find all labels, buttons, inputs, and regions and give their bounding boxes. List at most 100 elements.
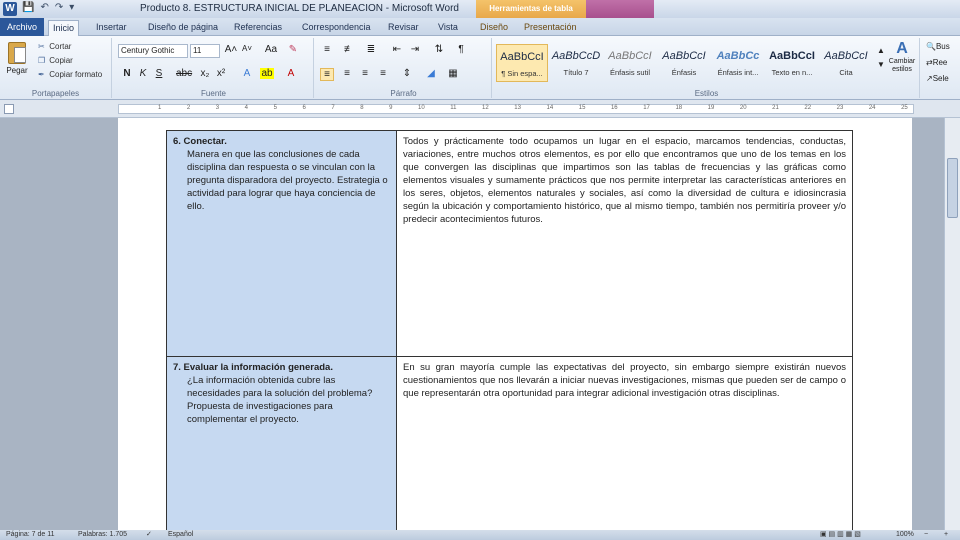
font-color-icon[interactable]: A [284,68,298,79]
style-sample: AaBbCc [716,50,760,62]
style-subtle-emphasis[interactable]: AaBbCcI Énfasis sutil [604,44,656,82]
style-no-spacing[interactable]: AaBbCcI ¶ Sin espa... [496,44,548,82]
section-response: Todos y prácticamente todo ocupamos un l… [403,136,846,225]
style-emphasis[interactable]: AaBbCcI Énfasis [658,44,710,82]
style-name: ¶ Sin espa... [501,69,543,78]
format-painter-button[interactable]: ✒ Copiar formato [38,70,102,79]
tab-home[interactable]: Inicio [48,20,80,36]
clipboard-group: Pegar ✂ Cortar ❐ Copiar ✒ Copiar formato… [0,38,112,98]
change-styles-button[interactable]: A Cambiar estilos [886,40,918,74]
table-cell-right[interactable]: En su gran mayoría cumple las expectativ… [396,356,853,530]
table-cell-left[interactable]: 6. Conectar. Manera en que las conclusio… [166,130,397,357]
decrease-indent-icon[interactable]: ⇤ [390,44,404,55]
find-button[interactable]: 🔍Bus [926,42,950,51]
text-effects-icon[interactable]: A [240,68,254,79]
proofing-icon[interactable]: ✓ [146,530,152,540]
paste-button[interactable]: Pegar [4,40,30,82]
cut-button[interactable]: ✂ Cortar [38,42,71,51]
align-left-icon[interactable]: ≡ [320,68,334,81]
highlight-icon[interactable]: ab [260,68,274,79]
customize-qat-icon[interactable]: ▾ [69,2,74,13]
tab-view[interactable]: Vista [434,20,462,36]
font-size-select[interactable]: 11 [190,44,220,58]
clear-formatting-icon[interactable]: ✎ [286,44,300,55]
font-name-select[interactable]: Century Gothic [118,44,188,58]
style-strong[interactable]: AaBbCcI Texto en n... [766,44,818,82]
strikethrough-icon[interactable]: abc [176,68,192,79]
language[interactable]: Español [168,530,193,540]
tab-mailings[interactable]: Correspondencia [298,20,375,36]
align-right-icon[interactable]: ≡ [358,68,372,79]
section-title: 6. Conectar. [173,136,227,147]
cut-label: Cortar [49,42,72,51]
bullets-icon[interactable]: ≡ [320,44,334,55]
style-quote[interactable]: AaBbCcI Cita [820,44,872,82]
replace-label: Ree [932,58,948,67]
bold-icon[interactable]: N [120,68,134,79]
italic-icon[interactable]: K [136,68,150,79]
save-icon[interactable]: 💾 [22,2,34,13]
style-name: Cita [839,68,853,77]
vertical-scrollbar[interactable] [944,118,960,530]
zoom-level[interactable]: 100% [896,530,914,540]
show-marks-icon[interactable]: ¶ [454,44,468,55]
subscript-icon[interactable]: x₂ [198,68,212,79]
paste-label: Pegar [6,66,28,75]
increase-indent-icon[interactable]: ⇥ [408,44,422,55]
zoom-in-icon[interactable]: + [944,530,948,540]
paste-icon [8,42,26,64]
numbering-icon[interactable]: ≢ [342,44,356,55]
clipboard-group-label: Portapapeles [31,89,80,98]
tab-review[interactable]: Revisar [384,20,423,36]
tab-design[interactable]: Diseño [476,20,512,36]
zoom-out-icon[interactable]: − [924,530,928,540]
view-buttons[interactable]: ▣ ▤ ▥ ▦ ▧ [820,530,861,540]
shrink-font-icon[interactable]: A˅ [240,44,254,53]
redo-icon[interactable]: ↷ [55,2,63,13]
contextual-tab-group-decoration [586,0,654,18]
borders-icon[interactable]: ▦ [446,68,460,79]
grow-font-icon[interactable]: A˄ [224,44,238,55]
justify-icon[interactable]: ≡ [376,68,390,79]
multilevel-list-icon[interactable]: ≣ [364,44,378,55]
page-count[interactable]: Página: 7 de 11 [6,530,55,540]
title-bar: W 💾 ↶ ↷ ▾ Producto 8. ESTRUCTURA INICIAL… [0,0,960,18]
copy-icon: ❐ [38,56,46,65]
replace-button[interactable]: ⇄Ree [926,58,947,67]
table-cell-left[interactable]: 7. Evaluar la información generada. ¿La … [166,356,397,530]
sort-icon[interactable]: ⇅ [432,44,446,55]
tab-layout[interactable]: Presentación [520,20,581,36]
styles-group: AaBbCcI ¶ Sin espa... AaBbCcD Título 7 A… [494,38,920,98]
superscript-icon[interactable]: x² [214,68,228,79]
style-name: Título 7 [563,68,589,77]
copy-button[interactable]: ❐ Copiar [38,56,73,65]
word-app-icon[interactable]: W [3,2,17,16]
style-name: Énfasis int... [717,68,759,77]
table-cell-right[interactable]: Todos y prácticamente todo ocupamos un l… [396,130,853,357]
scissors-icon: ✂ [38,42,45,51]
underline-icon[interactable]: S [152,68,166,79]
paragraph-group: ≡ ≢ ≣ ⇤ ⇥ ⇅ ¶ ≡ ≡ ≡ ≡ ⇕ ◢ ▦ Párrafo [316,38,492,98]
change-styles-label: Cambiar estilos [888,58,916,73]
line-spacing-icon[interactable]: ⇕ [400,68,414,79]
change-case-icon[interactable]: Aa [264,44,278,55]
tab-selector-icon[interactable] [4,104,14,114]
horizontal-ruler[interactable]: 1 2 3 4 5 6 7 8 9 10 11 12 13 14 15 16 17 18 19 20 21 22 23 24 2… [0,100,960,118]
undo-icon[interactable]: ↶ [40,2,48,13]
tab-file[interactable]: Archivo [0,18,44,36]
ribbon-tabs: Archivo Inicio Insertar Diseño de página… [0,18,960,36]
select-button[interactable]: ↗Sele [926,74,949,83]
style-title-7[interactable]: AaBbCcD Título 7 [550,44,602,82]
scrollbar-thumb[interactable] [947,158,958,218]
align-center-icon[interactable]: ≡ [340,68,354,79]
tab-insert[interactable]: Insertar [92,20,131,36]
table-tools-label: Herramientas de tabla [476,0,586,18]
tab-references[interactable]: Referencias [230,20,286,36]
style-name: Énfasis [671,68,697,77]
style-name: Texto en n... [771,68,813,77]
style-intense-emphasis[interactable]: AaBbCc Énfasis int... [712,44,764,82]
shading-icon[interactable]: ◢ [424,68,438,79]
tab-page-layout[interactable]: Diseño de página [144,20,222,36]
document-page[interactable]: 6. Conectar. Manera en que las conclusio… [118,118,912,530]
word-count[interactable]: Palabras: 1.705 [78,530,127,540]
